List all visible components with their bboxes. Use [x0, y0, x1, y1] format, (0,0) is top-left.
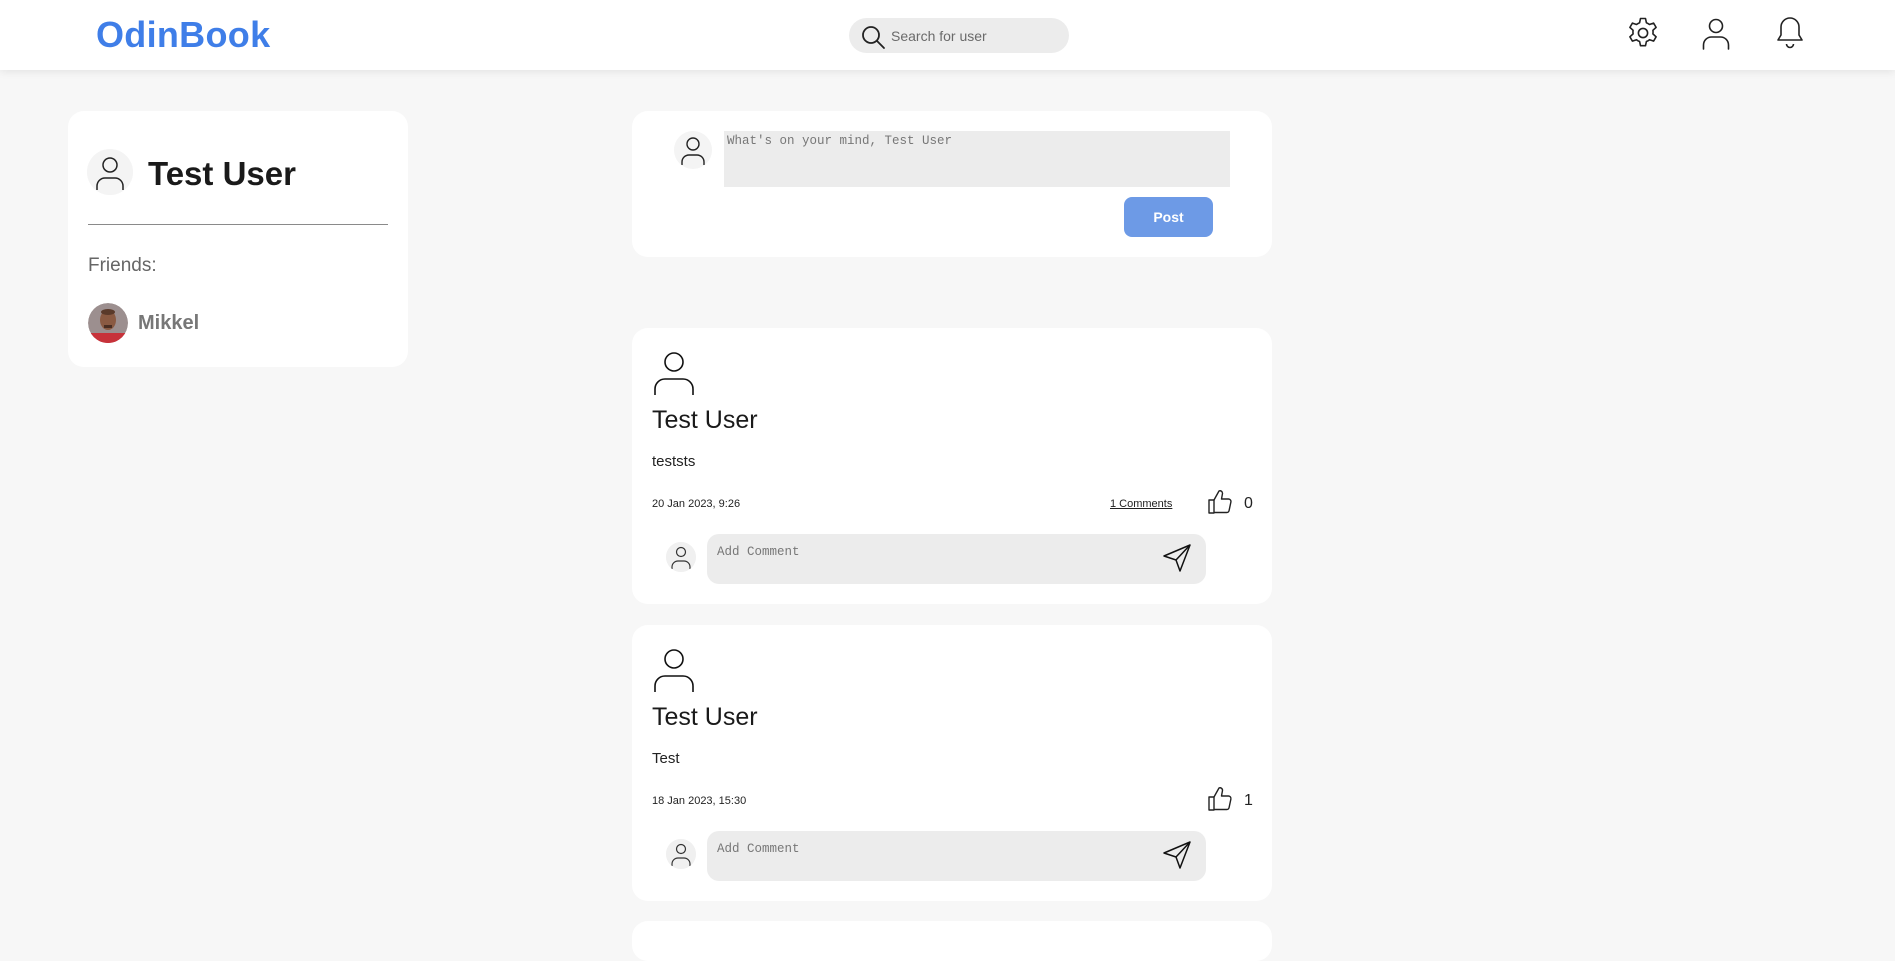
like-count: 0: [1244, 495, 1253, 512]
comment-avatar-icon: [666, 839, 696, 869]
thumbs-up-icon[interactable]: [1207, 489, 1233, 515]
post-card: Test User teststs 20 Jan 2023, 9:26 1 Co…: [632, 328, 1272, 604]
friend-name[interactable]: Mikkel: [138, 312, 199, 335]
send-icon[interactable]: [1161, 839, 1193, 871]
app-logo[interactable]: OdinBook: [96, 14, 270, 56]
comment-box: [707, 831, 1206, 881]
comment-input[interactable]: [715, 831, 1145, 867]
post-card-partial: [632, 921, 1272, 961]
top-navbar: OdinBook: [0, 0, 1895, 70]
comments-link[interactable]: 1 Comments: [1110, 498, 1172, 510]
send-icon[interactable]: [1161, 542, 1193, 574]
post-body: teststs: [652, 453, 696, 470]
profile-card: Test User Friends: Mikkel: [68, 111, 408, 367]
post-author-avatar-icon[interactable]: [652, 647, 696, 693]
post-date: 18 Jan 2023, 15:30: [652, 795, 747, 807]
comment-box: [707, 534, 1206, 584]
post-body: Test: [652, 750, 680, 767]
friends-label: Friends:: [88, 255, 157, 276]
gear-icon[interactable]: [1624, 14, 1662, 52]
profile-avatar-icon[interactable]: [87, 149, 133, 195]
post-card: Test User Test 18 Jan 2023, 15:30 1: [632, 625, 1272, 901]
post-button[interactable]: Post: [1124, 197, 1213, 237]
friend-avatar[interactable]: [88, 303, 128, 343]
post-date: 20 Jan 2023, 9:26: [652, 498, 741, 510]
comment-input[interactable]: [715, 534, 1145, 570]
search-icon: [862, 26, 885, 49]
search-input[interactable]: [889, 18, 1059, 53]
profile-divider: [88, 224, 388, 225]
post-author[interactable]: Test User: [652, 703, 758, 732]
post-composer: Post: [632, 111, 1272, 257]
profile-name[interactable]: Test User: [148, 155, 296, 193]
post-textarea[interactable]: [724, 131, 1230, 187]
bell-icon[interactable]: [1771, 14, 1809, 52]
composer-avatar-icon: [674, 131, 712, 169]
user-icon[interactable]: [1697, 14, 1735, 52]
post-author-avatar-icon[interactable]: [652, 350, 696, 396]
friend-item[interactable]: Mikkel: [88, 303, 288, 343]
post-author[interactable]: Test User: [652, 406, 758, 435]
like-count: 1: [1244, 792, 1253, 809]
user-search[interactable]: [849, 18, 1069, 53]
thumbs-up-icon[interactable]: [1207, 786, 1233, 812]
comment-avatar-icon: [666, 542, 696, 572]
